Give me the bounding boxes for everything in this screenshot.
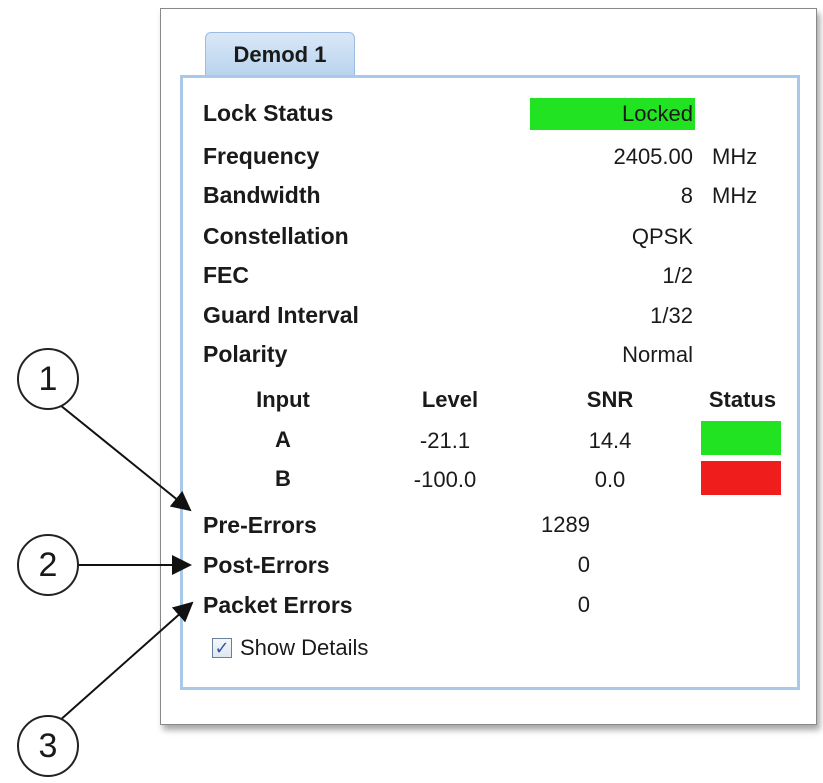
show-details-label[interactable]: Show Details: [240, 635, 368, 661]
callout-3: 3: [17, 715, 79, 777]
guard-interval-label: Guard Interval: [203, 302, 359, 328]
constellation-label: Constellation: [203, 223, 349, 249]
input-b-label: B: [275, 466, 291, 491]
callout-1-number: 1: [38, 359, 58, 398]
level-column-header: Level: [421, 387, 479, 412]
input-a-label: A: [275, 427, 291, 452]
input-a-level: -21.1: [419, 428, 471, 453]
snr-column-header: SNR: [586, 387, 634, 412]
polarity-label: Polarity: [203, 341, 288, 367]
tab-label: Demod 1: [233, 41, 327, 67]
pre-errors-value: 1289: [541, 512, 590, 537]
callout-2: 2: [17, 534, 79, 596]
constellation-value: QPSK: [631, 224, 693, 249]
frequency-unit: MHz: [712, 144, 758, 169]
status-column-header: Status: [708, 387, 777, 412]
packet-errors-label: Packet Errors: [203, 592, 353, 618]
callout-2-number: 2: [38, 545, 58, 584]
fec-value: 1/2: [662, 263, 693, 288]
input-a-status-indicator: [701, 421, 781, 455]
bandwidth-unit: MHz: [712, 183, 758, 208]
packet-errors-value: 0: [577, 592, 590, 617]
lock-status-value: Locked: [622, 101, 693, 126]
bandwidth-label: Bandwidth: [203, 182, 321, 208]
post-errors-value: 0: [577, 552, 590, 577]
show-details-checkbox[interactable]: ✓: [212, 638, 232, 658]
frequency-label: Frequency: [203, 143, 320, 169]
tab-demod-1[interactable]: Demod 1: [205, 32, 355, 76]
callout-1: 1: [17, 348, 79, 410]
bandwidth-value: 8: [680, 183, 693, 208]
callout-3-number: 3: [38, 726, 58, 765]
frequency-value: 2405.00: [613, 144, 693, 169]
input-column-header: Input: [256, 387, 310, 412]
lock-status-label: Lock Status: [203, 100, 334, 126]
pre-errors-label: Pre-Errors: [203, 512, 317, 538]
guard-interval-value: 1/32: [650, 303, 693, 328]
input-b-snr: 0.0: [594, 467, 626, 492]
input-b-status-indicator: [701, 461, 781, 495]
input-b-level: -100.0: [413, 467, 477, 492]
input-a-snr: 14.4: [588, 428, 632, 453]
polarity-value: Normal: [622, 342, 693, 367]
post-errors-label: Post-Errors: [203, 552, 330, 578]
fec-label: FEC: [203, 262, 249, 288]
